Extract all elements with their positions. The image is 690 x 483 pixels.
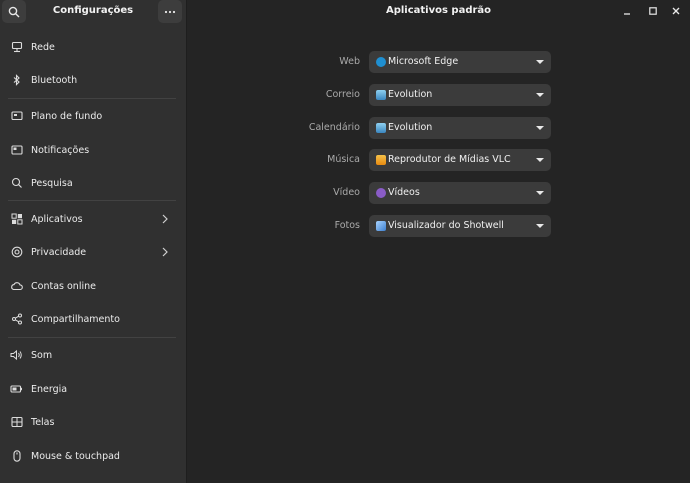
dropdown-value: Microsoft Edge <box>388 56 459 67</box>
default-app-row-fotos: Fotos Visualizador do Shotwell <box>300 215 560 237</box>
calendar-app-dropdown[interactable]: Evolution <box>369 117 551 139</box>
default-app-row-video: Vídeo Vídeos <box>300 182 560 204</box>
sidebar-item-label: Energia <box>31 383 68 395</box>
sidebar-item-plano-de-fundo[interactable]: Plano de fundo <box>0 102 186 130</box>
sidebar-item-label: Plano de fundo <box>31 110 103 122</box>
cloud-icon <box>10 280 23 293</box>
dropdown-value: Visualizador do Shotwell <box>388 220 504 231</box>
sidebar-item-label: Mouse & touchpad <box>31 450 120 462</box>
dropdown-value: Evolution <box>388 89 433 100</box>
video-app-dropdown[interactable]: Vídeos <box>369 182 551 204</box>
dropdown-arrow-icon <box>536 126 544 130</box>
sidebar-item-notificacoes[interactable]: Notificações <box>0 136 186 164</box>
default-app-row-calendario: Calendário Evolution <box>300 117 560 139</box>
sidebar-item-privacidade[interactable]: Privacidade <box>0 238 186 266</box>
search-icon <box>10 177 23 190</box>
row-label: Fotos <box>334 220 360 231</box>
videos-icon <box>376 188 386 198</box>
sidebar-item-mouse-touchpad[interactable]: Mouse & touchpad <box>0 442 186 470</box>
evolution-icon <box>376 90 386 100</box>
row-label: Vídeo <box>333 187 360 198</box>
dropdown-value: Evolution <box>388 122 433 133</box>
sidebar-title: Configurações <box>52 5 134 16</box>
network-icon <box>10 41 23 54</box>
search-icon <box>8 6 20 17</box>
dropdown-arrow-icon <box>536 224 544 228</box>
chevron-right-icon <box>160 214 170 224</box>
edge-icon <box>376 57 386 67</box>
dropdown-arrow-icon <box>536 93 544 97</box>
sidebar-divider <box>8 337 176 338</box>
chevron-right-icon <box>160 247 170 257</box>
photos-app-dropdown[interactable]: Visualizador do Shotwell <box>369 215 551 237</box>
web-app-dropdown[interactable]: Microsoft Edge <box>369 51 551 73</box>
sidebar-item-pesquisa[interactable]: Pesquisa <box>0 169 186 197</box>
sidebar-item-label: Som <box>31 349 53 361</box>
row-label: Calendário <box>308 122 360 133</box>
row-label: Web <box>339 56 360 67</box>
close-icon <box>672 7 680 15</box>
dropdown-arrow-icon <box>536 191 544 195</box>
default-app-row-correio: Correio Evolution <box>300 84 560 106</box>
sidebar-item-label: Contas online <box>31 280 96 292</box>
sidebar: Configurações Rede Bluetooth Plano de fu… <box>0 0 187 483</box>
default-app-row-musica: Música Reprodutor de Mídias VLC <box>300 149 560 171</box>
sidebar-item-label: Rede <box>31 41 55 53</box>
sidebar-divider <box>8 200 176 201</box>
sidebar-item-telas[interactable]: Telas <box>0 408 186 436</box>
mail-app-dropdown[interactable]: Evolution <box>369 84 551 106</box>
minimize-button[interactable] <box>619 3 635 19</box>
minimize-icon <box>624 13 630 15</box>
search-button[interactable] <box>2 0 26 23</box>
row-label: Música <box>327 154 360 165</box>
dropdown-arrow-icon <box>536 60 544 64</box>
sidebar-item-som[interactable]: Som <box>0 341 186 369</box>
privacy-icon <box>10 246 23 259</box>
dropdown-arrow-icon <box>536 158 544 162</box>
sidebar-divider <box>8 98 176 99</box>
sidebar-item-label: Compartilhamento <box>31 313 120 325</box>
sidebar-item-contas-online[interactable]: Contas online <box>0 272 186 300</box>
sidebar-item-aplicativos[interactable]: Aplicativos <box>0 205 186 233</box>
sidebar-item-bluetooth[interactable]: Bluetooth <box>0 66 186 94</box>
battery-icon <box>10 383 23 396</box>
maximize-icon <box>649 7 657 15</box>
music-app-dropdown[interactable]: Reprodutor de Mídias VLC <box>369 149 551 171</box>
vlc-icon <box>376 155 386 165</box>
maximize-button[interactable] <box>645 3 661 19</box>
sidebar-item-label: Privacidade <box>31 246 87 258</box>
sidebar-item-label: Notificações <box>31 144 90 156</box>
more-icon <box>164 10 176 13</box>
display-icon <box>10 416 23 429</box>
notifications-icon <box>10 144 23 157</box>
close-button[interactable] <box>668 3 684 19</box>
speaker-icon <box>10 349 23 362</box>
mouse-icon <box>10 450 23 463</box>
sidebar-item-label: Aplicativos <box>31 213 83 225</box>
apps-icon <box>10 213 23 226</box>
sidebar-item-compartilhamento[interactable]: Compartilhamento <box>0 305 186 333</box>
evolution-icon <box>376 123 386 133</box>
main-menu-button[interactable] <box>158 0 182 23</box>
bluetooth-icon <box>10 74 23 87</box>
default-app-row-web: Web Microsoft Edge <box>300 51 560 73</box>
page-title: Aplicativos padrão <box>385 5 492 16</box>
sidebar-item-rede[interactable]: Rede <box>0 33 186 61</box>
sidebar-item-label: Telas <box>31 416 55 428</box>
sidebar-item-label: Pesquisa <box>31 177 73 189</box>
dropdown-value: Vídeos <box>388 187 420 198</box>
dropdown-value: Reprodutor de Mídias VLC <box>388 154 511 165</box>
share-icon <box>10 313 23 326</box>
sidebar-header: Configurações <box>0 0 186 24</box>
sidebar-item-label: Bluetooth <box>31 74 78 86</box>
sidebar-item-energia[interactable]: Energia <box>0 375 186 403</box>
wallpaper-icon <box>10 110 23 123</box>
shotwell-icon <box>376 221 386 231</box>
row-label: Correio <box>325 89 360 100</box>
